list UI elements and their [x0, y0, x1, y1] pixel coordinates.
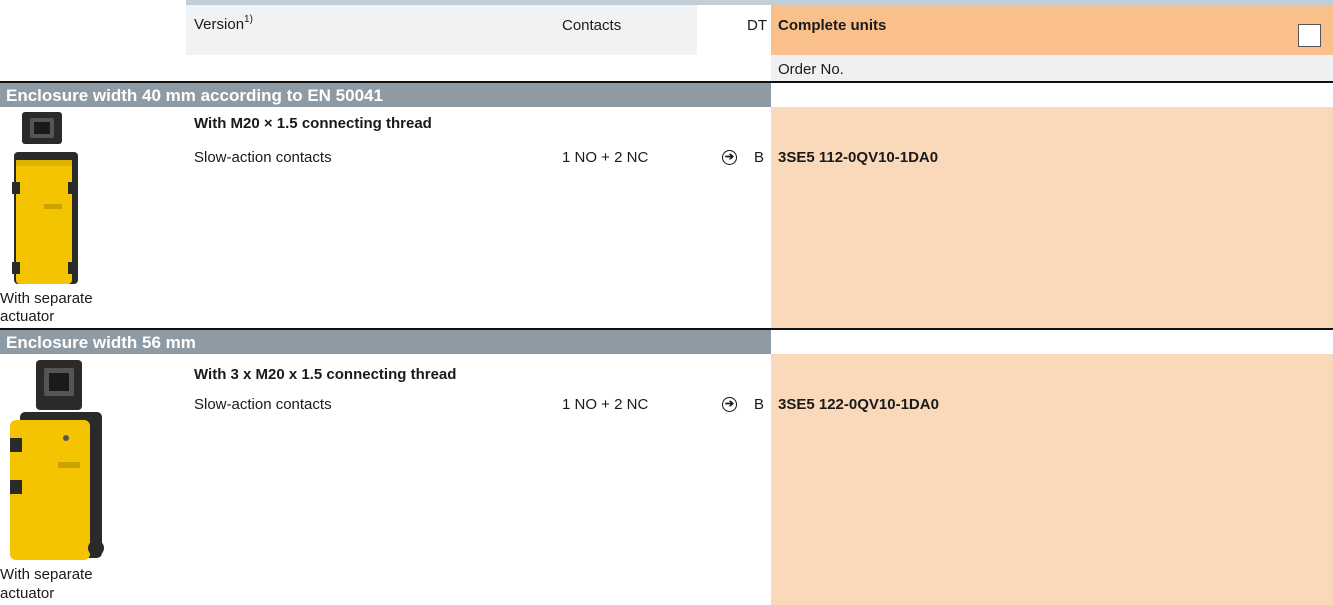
row-version: Slow-action contacts	[194, 396, 332, 413]
order-cell-background	[771, 107, 1333, 328]
complete-units-checkbox[interactable]	[1298, 24, 1321, 47]
safety-switch-image	[12, 112, 78, 284]
column-header-dt: DT	[747, 17, 767, 34]
row-contacts: 1 NO + 2 NC	[562, 396, 649, 413]
order-number: 3SE5 122-0QV10-1DA0	[778, 396, 939, 413]
row-version: Slow-action contacts	[194, 149, 332, 166]
order-cell-background	[771, 354, 1333, 605]
order-number: 3SE5 112-0QV10-1DA0	[778, 149, 939, 166]
image-caption: actuator	[0, 308, 55, 325]
column-header-order-no: Order No.	[778, 61, 844, 78]
row-dt: B	[754, 149, 765, 166]
version-footnote: 1)	[244, 14, 253, 25]
column-header-contacts: Contacts	[562, 17, 622, 34]
delivery-arrow-icon: ➔	[722, 150, 737, 165]
row-contacts: 1 NO + 2 NC	[562, 149, 649, 166]
image-caption: actuator	[0, 585, 55, 602]
column-header-complete-units: Complete units	[778, 17, 887, 34]
safety-switch-image	[10, 360, 104, 560]
version-label: Version	[194, 16, 245, 33]
row-subheading: With 3 x M20 x 1.5 connecting thread	[194, 366, 457, 383]
image-caption: With separate	[0, 290, 93, 307]
row-subheading: With M20 × 1.5 connecting thread	[194, 115, 432, 132]
section-title: Enclosure width 56 mm	[6, 333, 196, 352]
image-caption: With separate	[0, 566, 93, 583]
header-order-no-cell	[771, 55, 1333, 81]
delivery-arrow-icon: ➔	[722, 397, 737, 412]
section-title: Enclosure width 40 mm according to EN 50…	[6, 86, 383, 105]
column-header-version: Version1)	[194, 14, 253, 33]
row-dt: B	[754, 396, 765, 413]
